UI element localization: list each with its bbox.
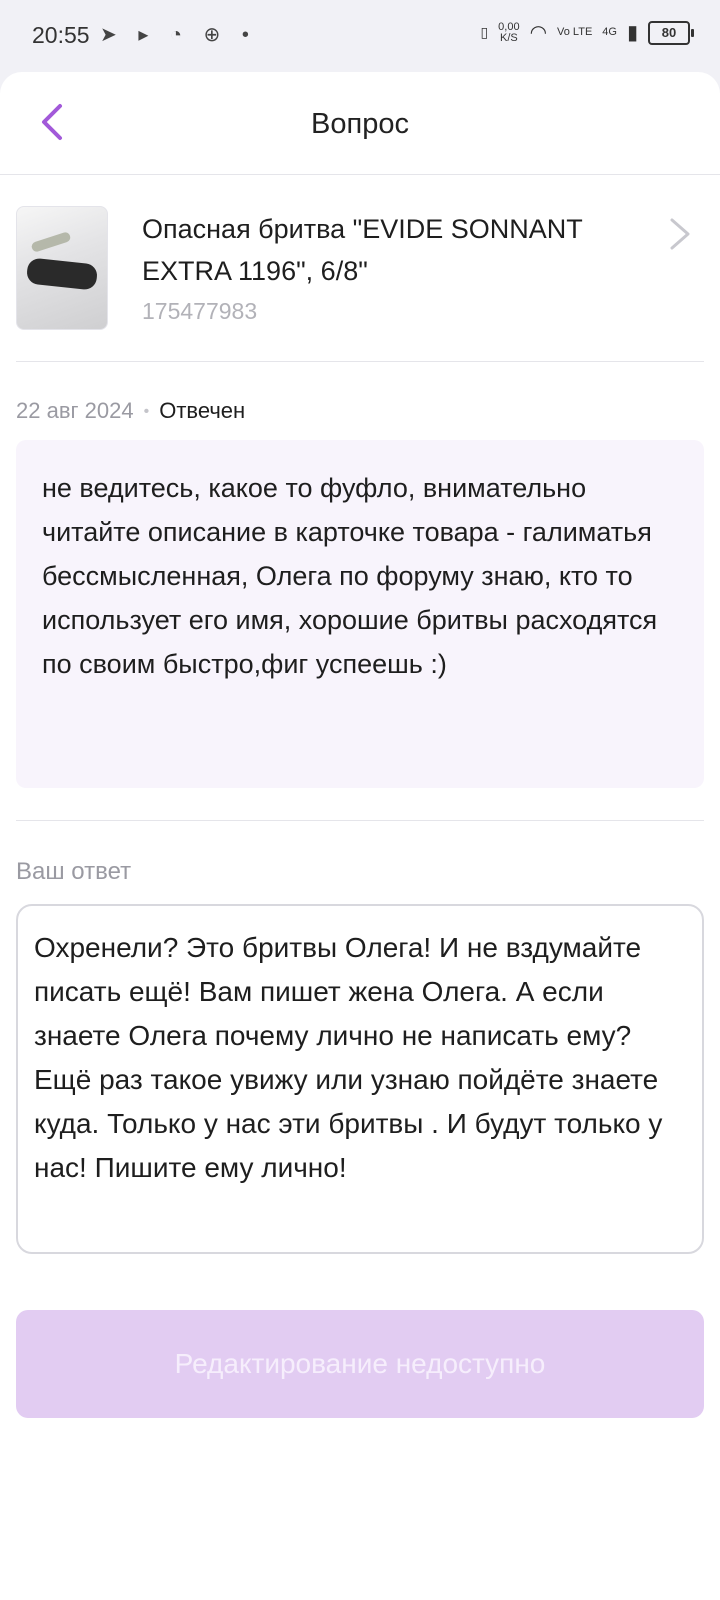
chevron-right-icon bbox=[670, 218, 690, 250]
divider bbox=[16, 361, 704, 362]
product-sku: 175477983 bbox=[142, 298, 258, 324]
network-type: 4G bbox=[602, 26, 617, 38]
net-speed: 0,00 K/S bbox=[498, 21, 519, 44]
divider bbox=[16, 820, 704, 821]
notification-icons: ➤ ▸ ◔ ⊕ • bbox=[100, 24, 257, 46]
page-title: Вопрос bbox=[311, 108, 409, 140]
question-date: 22 авг 2024 bbox=[16, 398, 134, 423]
question-sheet: Вопрос Опасная бритва "EVIDE SONNANT EXT… bbox=[0, 72, 720, 1600]
wifi-icon: ◠ bbox=[529, 22, 548, 44]
edit-button[interactable]: Редактирование недоступно bbox=[16, 1310, 704, 1418]
battery-icon: 80 bbox=[648, 20, 694, 45]
question-meta: 22 авг 2024 • Отвечен bbox=[16, 398, 245, 424]
separator-dot: • bbox=[143, 403, 150, 421]
answer-field[interactable]: Охренели? Это бритвы Олега! И не вздумай… bbox=[16, 904, 704, 1254]
status-right-icons: ▯ 0,00 K/S ◠ Vo LTE 4G ▮ 80 bbox=[480, 20, 694, 45]
volte-label: Vo LTE bbox=[557, 26, 593, 38]
question-status: Отвечен bbox=[159, 398, 246, 423]
product-image bbox=[16, 206, 108, 330]
question-text: не ведитесь, какое то фуфло, внимательно… bbox=[16, 440, 704, 788]
product-image-highlight bbox=[30, 231, 72, 253]
answer-label: Ваш ответ bbox=[16, 858, 132, 885]
status-bar: 20:55 ➤ ▸ ◔ ⊕ • ▯ 0,00 K/S ◠ Vo LTE 4G ▮… bbox=[0, 0, 720, 72]
product-image-handle bbox=[25, 257, 99, 291]
product-card[interactable]: Опасная бритва "EVIDE SONNANT EXTRA 1196… bbox=[16, 206, 704, 330]
signal-icon: ▮ bbox=[626, 22, 638, 44]
status-time: 20:55 bbox=[32, 22, 90, 48]
vibrate-icon: ▯ bbox=[480, 24, 489, 40]
net-speed-unit: K/S bbox=[500, 31, 518, 44]
product-name: Опасная бритва "EVIDE SONNANT EXTRA 1196… bbox=[142, 214, 583, 286]
header: Вопрос bbox=[0, 72, 720, 175]
